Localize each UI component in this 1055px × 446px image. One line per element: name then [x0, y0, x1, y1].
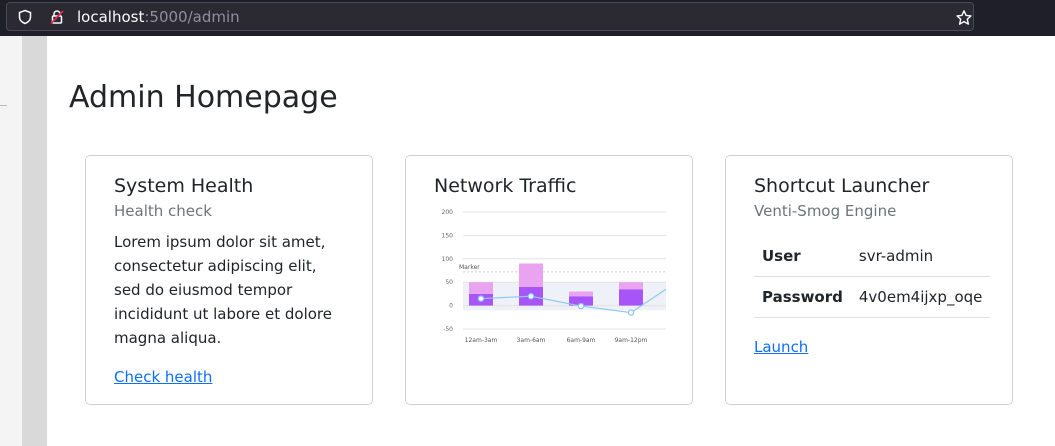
y-tick-label: 200 — [442, 209, 454, 216]
credentials-table: User svr-admin Password 4v0em4ijxp_oqe — [754, 236, 991, 318]
network-traffic-chart: 200 150 100 50 0 -50 Marker 12am-3am 3am-6am 6am-… — [442, 209, 667, 344]
browser-toolbar: localhost:5000/admin — [0, 0, 1055, 36]
system-health-card: System Health Health check Lorem ipsum d… — [85, 155, 373, 405]
card-subtitle: Venti-Smog Engine — [754, 202, 897, 220]
url-text[interactable]: localhost:5000/admin — [77, 8, 240, 26]
table-key: Password — [754, 276, 851, 318]
x-tick-label: 9am-12pm — [615, 337, 648, 344]
x-tick-label: 6am-9am — [567, 337, 596, 344]
line-point — [627, 309, 635, 316]
marker-label: Marker — [459, 264, 480, 271]
card-title: Network Traffic — [434, 175, 577, 197]
sidebar-tick — [0, 105, 7, 106]
bar-segment — [619, 289, 643, 306]
sidebar-panel — [0, 36, 23, 446]
card-title: System Health — [114, 175, 254, 197]
shortcut-launcher-card: Shortcut Launcher Venti-Smog Engine User… — [725, 155, 1013, 405]
card-title: Shortcut Launcher — [754, 175, 930, 197]
bar-segment — [619, 282, 643, 290]
y-tick-label: 50 — [445, 279, 453, 286]
url-host: localhost — [77, 8, 145, 26]
table-row: User svr-admin — [754, 236, 991, 277]
check-health-link[interactable]: Check health — [114, 368, 212, 386]
y-tick-label: -50 — [443, 326, 453, 333]
insecure-lock-icon[interactable] — [49, 9, 65, 25]
address-bar[interactable]: localhost:5000/admin — [6, 2, 974, 31]
y-tick-label: 150 — [442, 232, 454, 239]
bar-segment — [569, 291, 593, 297]
card-text: Lorem ipsum dolor sit amet, consectetur … — [114, 233, 332, 347]
y-tick-label: 100 — [442, 256, 454, 263]
page-title: Admin Homepage — [69, 80, 338, 115]
card-subtitle: Health check — [114, 202, 212, 220]
line-point — [577, 302, 585, 310]
table-value: svr-admin — [850, 236, 991, 277]
url-path: :5000/admin — [144, 8, 240, 26]
launch-link[interactable]: Launch — [754, 338, 808, 356]
shield-icon[interactable] — [17, 9, 33, 25]
line-point — [477, 295, 485, 302]
bookmark-star-icon[interactable] — [955, 9, 973, 27]
table-row: Password 4v0em4ijxp_oqe — [754, 276, 991, 318]
table-value: 4v0em4ijxp_oqe — [850, 276, 991, 318]
bar-segment — [469, 282, 493, 294]
table-key: User — [754, 236, 851, 277]
bar-segment — [519, 263, 543, 287]
scrollbar[interactable] — [22, 36, 47, 446]
line-point — [527, 292, 535, 300]
x-tick-label: 12am-3am — [465, 337, 498, 344]
network-traffic-card: Network Traffic 200 150 100 50 0 -50 Marker 12a… — [405, 155, 693, 405]
x-tick-label: 3am-6am — [517, 337, 546, 344]
y-tick-label: 0 — [449, 303, 453, 310]
